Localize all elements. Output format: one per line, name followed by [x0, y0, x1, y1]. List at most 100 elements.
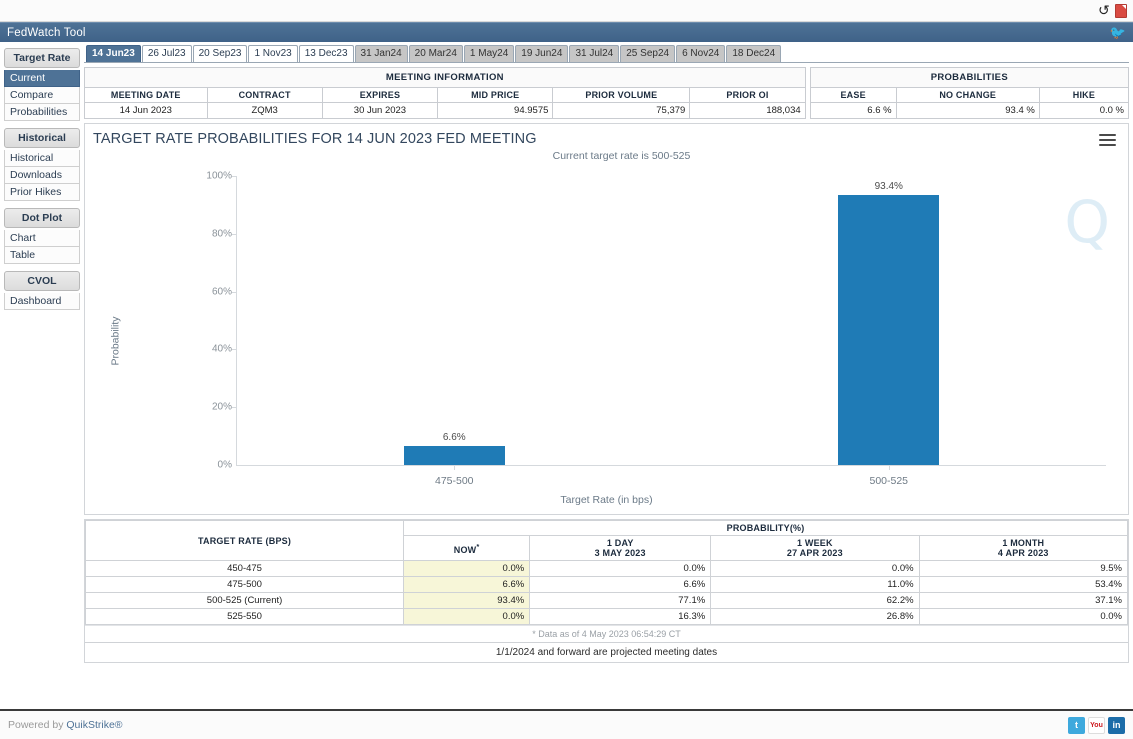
col-mid-price: MID PRICE: [437, 87, 554, 103]
page-footer: Powered by QuikStrike® t You in: [0, 709, 1133, 739]
probabilities-header: PROBABILITIES: [809, 67, 1130, 88]
sidebar-item-compare[interactable]: Compare: [4, 87, 80, 104]
twitter-icon[interactable]: 🐦: [1110, 26, 1126, 39]
table-row: 500-525 (Current) 93.4% 77.1% 62.2% 37.1…: [84, 592, 1129, 609]
row-rate-500-525: 500-525 (Current): [84, 592, 405, 609]
refresh-icon[interactable]: ↻: [1098, 3, 1110, 19]
probabilities-summary-table: PROBABILITIES EASE NO CHANGE HIKE 6.6 % …: [809, 67, 1130, 119]
projected-dates-note: 1/1/2024 and forward are projected meeti…: [85, 642, 1128, 662]
table-row: 525-550 0.0% 16.3% 26.8% 0.0%: [84, 608, 1129, 625]
value-hike: 0.0 %: [1038, 102, 1130, 119]
bar-value-475-500: 6.6%: [442, 431, 466, 443]
bar-500-525[interactable]: 93.4%: [838, 181, 940, 465]
row-now-500-525: 93.4%: [403, 592, 531, 609]
row-rate-525-550: 525-550: [84, 608, 405, 625]
th-1-month-line1: 1 MONTH: [1002, 538, 1045, 548]
main-content: 14 Jun23 26 Jul23 20 Sep23 1 Nov23 13 De…: [84, 45, 1130, 663]
tab-31-jul24[interactable]: 31 Jul24: [569, 45, 620, 62]
col-prior-volume: PRIOR VOLUME: [552, 87, 691, 103]
th-1-week-line1: 1 WEEK: [797, 538, 833, 548]
value-mid-price: 94.9575: [437, 102, 554, 119]
x-tickmark-475-500: [454, 465, 456, 470]
meeting-information-row: 14 Jun 2023 ZQM3 30 Jun 2023 94.9575 75,…: [84, 102, 806, 119]
bar-group-500-525: 93.4% 500-525: [672, 176, 1107, 487]
value-no-change: 93.4 %: [895, 102, 1040, 119]
chart-plot-area: Probability Q 100% 80% 60% 40% 20% 0% 6.…: [85, 168, 1128, 514]
sidebar-item-downloads[interactable]: Downloads: [4, 167, 80, 184]
x-tick-500-525: 500-525: [869, 475, 909, 487]
tab-26-jul23[interactable]: 26 Jul23: [141, 45, 192, 62]
row-day-475-500: 6.6%: [529, 576, 712, 593]
row-now-450-475: 0.0%: [403, 560, 531, 577]
quikstrike-brand: QuikStrike®: [66, 719, 123, 731]
meeting-information-table-wrap: MEETING INFORMATION MEETING DATE CONTRAC…: [84, 67, 806, 119]
value-prior-oi: 188,034: [689, 102, 806, 119]
y-tick-80: 80%: [211, 228, 232, 240]
bar-475-500[interactable]: 6.6%: [403, 432, 505, 465]
sidebar-item-dashboard[interactable]: Dashboard: [4, 293, 80, 310]
sidebar-group-title-target-rate: Target Rate: [4, 48, 80, 68]
tab-19-jun24[interactable]: 19 Jun24: [515, 45, 569, 62]
th-now-line1: NOW: [453, 544, 477, 555]
sidebar-group-title-dot-plot: Dot Plot: [4, 208, 80, 228]
pdf-export-icon[interactable]: [1115, 3, 1127, 18]
col-expires: EXPIRES: [321, 87, 439, 103]
row-week-475-500: 11.0%: [710, 576, 920, 593]
y-tick-100: 100%: [206, 170, 232, 182]
th-1-week-line2: 27 APR 2023: [786, 548, 843, 558]
value-expires: 30 Jun 2023: [321, 102, 439, 119]
y-tick-0: 0%: [217, 459, 232, 471]
tab-6-nov24[interactable]: 6 Nov24: [676, 45, 726, 62]
powered-by-prefix: Powered by: [8, 719, 67, 731]
youtube-icon[interactable]: You: [1088, 716, 1105, 734]
tab-25-sep24[interactable]: 25 Sep24: [620, 45, 676, 62]
tab-13-dec23[interactable]: 13 Dec23: [298, 45, 354, 62]
sidebar-item-table[interactable]: Table: [4, 247, 80, 264]
bar-group-475-500: 6.6% 475-500: [237, 176, 672, 487]
x-tickmark-500-525: [888, 465, 890, 470]
col-hike: HIKE: [1038, 87, 1130, 103]
tab-1-may24[interactable]: 1 May24: [463, 45, 515, 62]
tab-20-sep23[interactable]: 20 Sep23: [192, 45, 248, 62]
sidebar-item-current[interactable]: Current: [4, 70, 80, 87]
chart-bars: 6.6% 475-500 93.4% 500-525: [237, 176, 1107, 487]
row-rate-475-500: 475-500: [84, 576, 405, 593]
sidebar-item-chart[interactable]: Chart: [4, 230, 80, 247]
col-ease: EASE: [809, 87, 897, 103]
table-row: 475-500 6.6% 6.6% 11.0% 53.4%: [84, 576, 1129, 593]
value-prior-volume: 75,379: [552, 102, 691, 119]
chart-y-axis-label: Probability: [109, 316, 122, 366]
tab-1-nov23[interactable]: 1 Nov23: [248, 45, 298, 62]
tab-18-dec24[interactable]: 18 Dec24: [726, 45, 782, 62]
hamburger-menu-icon[interactable]: [1099, 134, 1116, 147]
row-now-525-550: 0.0%: [403, 608, 531, 625]
data-as-of-note: * Data as of 4 May 2023 06:54:29 CT: [85, 625, 1128, 642]
browser-toolbar: ↻: [0, 0, 1133, 22]
probabilities-summary-row: 6.6 % 93.4 % 0.0 %: [809, 102, 1130, 119]
y-tick-60: 60%: [211, 286, 232, 298]
tab-31-jan24[interactable]: 31 Jan24: [354, 45, 408, 62]
sidebar-item-historical[interactable]: Historical: [4, 150, 80, 167]
th-1-month-line2: 4 APR 2023: [997, 548, 1049, 558]
row-rate-450-475: 450-475: [84, 560, 405, 577]
sidebar-group-dot-plot: Dot Plot Chart Table: [4, 208, 80, 264]
th-1-week: 1 WEEK 27 APR 2023: [710, 535, 920, 561]
sidebar-item-probabilities[interactable]: Probabilities: [4, 104, 80, 121]
y-tick-20: 20%: [211, 401, 232, 413]
th-now-star: *: [476, 541, 480, 551]
chart-title: TARGET RATE PROBABILITIES FOR 14 JUN 202…: [93, 131, 537, 147]
row-month-450-475: 9.5%: [918, 560, 1129, 577]
chart-plot: 100% 80% 60% 40% 20% 0% 6.6% 475-500 93.…: [206, 171, 1107, 487]
sidebar-group-cvol: CVOL Dashboard: [4, 271, 80, 310]
probability-detail-table-wrap: TARGET RATE (BPS) PROBABILITY(%) NOW* 1 …: [84, 519, 1129, 663]
th-probability-group: PROBABILITY(%): [403, 520, 1128, 536]
tab-14-jun23[interactable]: 14 Jun23: [86, 45, 141, 62]
twitter-icon[interactable]: t: [1068, 716, 1085, 734]
sidebar-item-prior-hikes[interactable]: Prior Hikes: [4, 184, 80, 201]
sidebar-group-target-rate: Target Rate Current Compare Probabilitie…: [4, 48, 80, 121]
meeting-information-table: MEETING INFORMATION MEETING DATE CONTRAC…: [84, 67, 806, 119]
tab-20-mar24[interactable]: 20 Mar24: [408, 45, 463, 62]
fedwatch-app: ↻ FedWatch Tool 🐦 Target Rate Current Co…: [0, 0, 1133, 739]
linkedin-icon[interactable]: in: [1108, 716, 1125, 734]
probabilities-summary-table-wrap: PROBABILITIES EASE NO CHANGE HIKE 6.6 % …: [809, 67, 1130, 119]
